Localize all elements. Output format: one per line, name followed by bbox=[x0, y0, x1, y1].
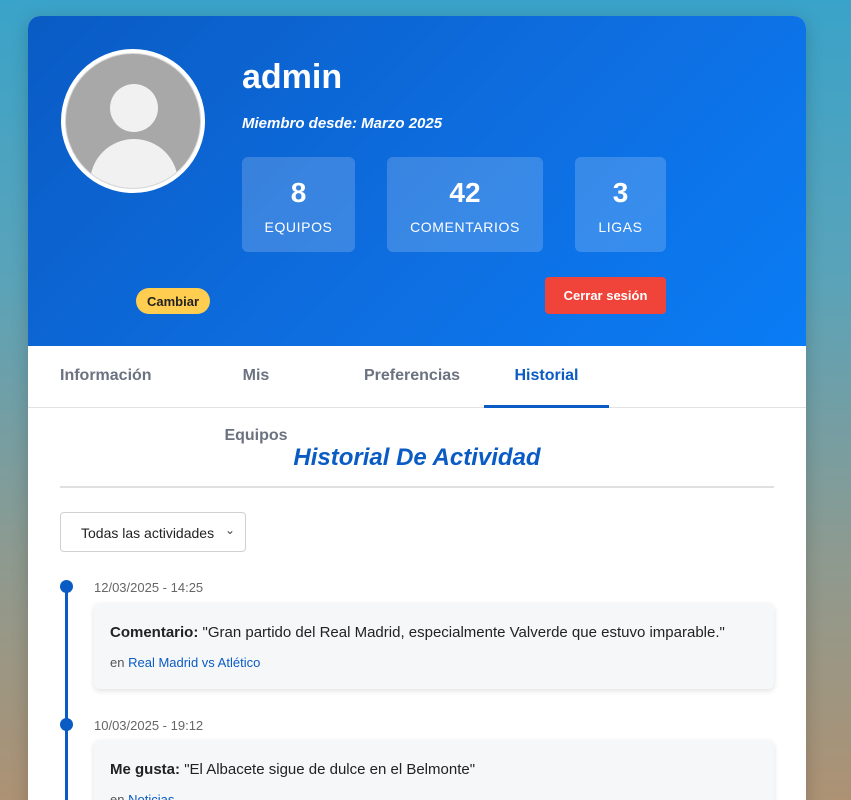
profile-header: admin Miembro desde: Marzo 2025 8 EQUIPO… bbox=[28, 16, 806, 346]
activity-entry: Comentario: "Gran partido del Real Madri… bbox=[94, 603, 774, 689]
entry-link[interactable]: Noticias bbox=[128, 792, 174, 800]
timeline-dot bbox=[60, 580, 73, 593]
stat-comentarios: 42 COMENTARIOS bbox=[387, 157, 543, 252]
section-title: Historial De Actividad bbox=[293, 444, 541, 471]
logout-button[interactable]: Cerrar sesión bbox=[545, 277, 666, 314]
tab-historial[interactable]: Historial bbox=[484, 346, 609, 408]
stat-ligas: 3 LIGAS bbox=[575, 157, 666, 252]
entry-type: Comentario: bbox=[110, 624, 199, 641]
member-since: Miembro desde: Marzo 2025 bbox=[242, 115, 443, 132]
entry-meta: en Noticias bbox=[110, 792, 174, 800]
stat-value: 3 bbox=[612, 177, 629, 208]
profile-tabs: Información Mis Equipos Preferencias His… bbox=[28, 346, 806, 444]
entry-type: Me gusta: bbox=[110, 761, 181, 778]
filter-selected-value: Todas las actividades bbox=[81, 525, 215, 541]
chevron-down-icon: ⌄ bbox=[224, 523, 235, 537]
entry-prefix: en bbox=[110, 792, 125, 800]
entry-date: 12/03/2025 - 14:25 bbox=[94, 580, 204, 595]
section-divider bbox=[60, 486, 774, 488]
tab-mis-equipos[interactable]: Mis Equipos bbox=[212, 346, 300, 444]
tab-preferencias[interactable]: Preferencias bbox=[364, 346, 460, 407]
avatar bbox=[61, 49, 205, 193]
entry-meta: en Real Madrid vs Atlético bbox=[110, 655, 260, 670]
entry-prefix: en bbox=[110, 655, 125, 670]
change-avatar-button[interactable]: Cambiar bbox=[136, 288, 210, 314]
stat-label: COMENTARIOS bbox=[410, 219, 520, 235]
stat-label: EQUIPOS bbox=[264, 219, 333, 235]
stat-equipos: 8 EQUIPOS bbox=[242, 157, 355, 252]
stat-label: LIGAS bbox=[598, 219, 643, 235]
entry-content: "El Albacete sigue de dulce en el Belmon… bbox=[184, 761, 476, 778]
entry-text: Comentario: "Gran partido del Real Madri… bbox=[110, 624, 725, 641]
timeline-dot bbox=[60, 718, 73, 731]
activity-filter-select[interactable]: Todas las actividades ⌄ bbox=[60, 512, 246, 552]
tab-informacion[interactable]: Información bbox=[60, 346, 152, 407]
entry-text: Me gusta: "El Albacete sigue de dulce en… bbox=[110, 761, 475, 778]
activity-entry: Me gusta: "El Albacete sigue de dulce en… bbox=[94, 740, 774, 800]
stat-value: 8 bbox=[290, 177, 307, 208]
username: admin bbox=[242, 58, 343, 96]
entry-link[interactable]: Real Madrid vs Atlético bbox=[128, 655, 260, 670]
user-placeholder-icon bbox=[65, 53, 201, 189]
entry-content: "Gran partido del Real Madrid, especialm… bbox=[202, 624, 725, 641]
profile-card: admin Miembro desde: Marzo 2025 8 EQUIPO… bbox=[28, 16, 806, 800]
stat-value: 42 bbox=[449, 177, 481, 208]
entry-date: 10/03/2025 - 19:12 bbox=[94, 718, 204, 733]
timeline-line bbox=[65, 586, 68, 800]
